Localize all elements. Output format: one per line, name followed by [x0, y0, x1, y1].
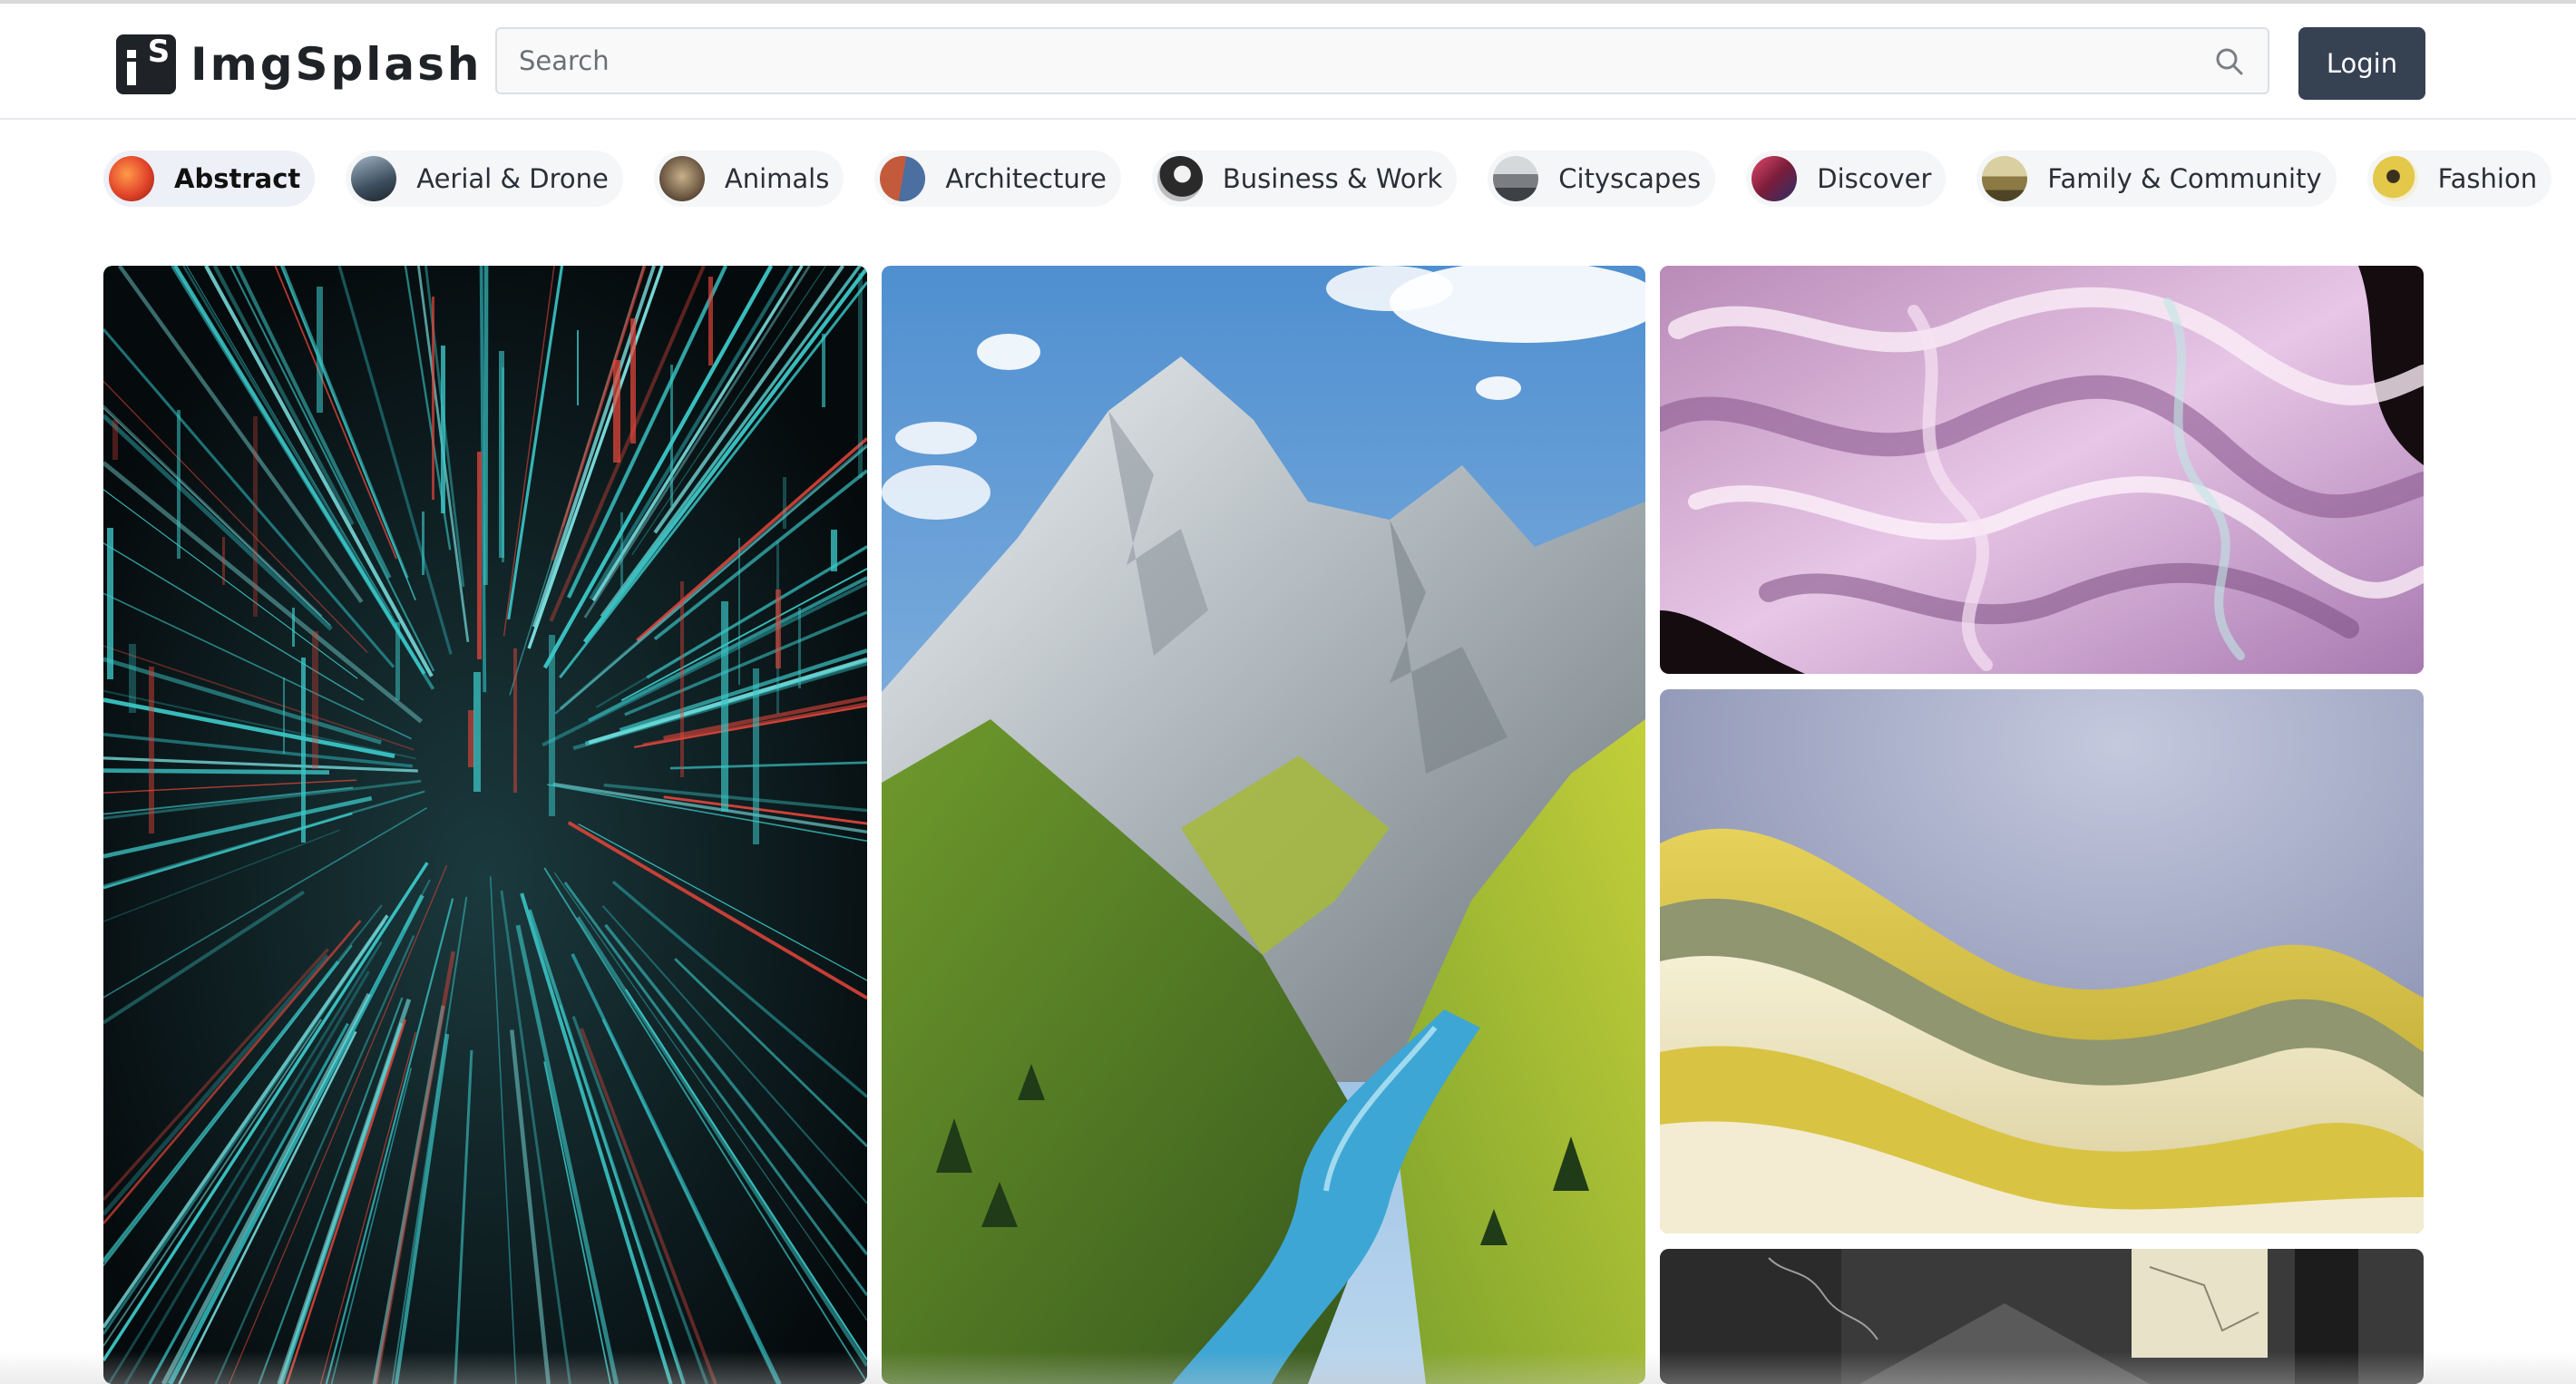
- digital-tunnel-image: [103, 266, 867, 1384]
- category-chip-architecture[interactable]: Architecture: [874, 151, 1121, 207]
- gallery-image-pink-fabric[interactable]: [1660, 266, 2424, 674]
- top-navbar: S ImgSplash Login: [0, 4, 2576, 120]
- category-chip-aerial-drone[interactable]: Aerial & Drone: [346, 151, 623, 207]
- category-avatar: [1156, 156, 1203, 201]
- category-label: Aerial & Drone: [416, 163, 609, 194]
- category-label: Business & Work: [1222, 163, 1443, 194]
- category-chip-abstract[interactable]: Abstract: [103, 151, 316, 207]
- gallery-image-dark-artwork[interactable]: [1660, 1249, 2424, 1384]
- search-input[interactable]: [497, 29, 2206, 93]
- category-label: Discover: [1817, 163, 1932, 194]
- category-bar: Abstract Aerial & Drone Animals Architec…: [103, 151, 2552, 207]
- category-avatar: [659, 156, 705, 201]
- search-bar: [495, 27, 2269, 94]
- dark-artwork-image: [1660, 1249, 2424, 1384]
- category-avatar: [109, 156, 154, 201]
- mountain-valley-image: [882, 266, 1645, 1384]
- gallery-image-digital-tunnel[interactable]: [103, 266, 867, 1384]
- gallery-image-yellow-waves[interactable]: [1660, 689, 2424, 1233]
- category-label: Abstract: [174, 163, 301, 194]
- category-avatar: [351, 156, 397, 201]
- category-chip-cityscapes[interactable]: Cityscapes: [1488, 151, 1716, 207]
- category-avatar: [1493, 156, 1539, 201]
- category-chip-business-work[interactable]: Business & Work: [1151, 151, 1458, 207]
- gallery-image-mountain-valley[interactable]: [882, 266, 1645, 1384]
- category-avatar: [2372, 156, 2418, 201]
- logo-icon: S: [116, 34, 176, 94]
- category-label: Architecture: [945, 163, 1107, 194]
- pink-fabric-image: [1660, 266, 2424, 674]
- category-avatar: [1982, 156, 2028, 201]
- yellow-waves-image: [1660, 689, 2424, 1233]
- category-avatar: [1751, 156, 1798, 201]
- site-logo[interactable]: S ImgSplash: [116, 33, 483, 96]
- category-label: Family & Community: [2047, 163, 2322, 194]
- site-name: ImgSplash: [190, 38, 483, 91]
- login-button[interactable]: Login: [2298, 27, 2425, 100]
- category-avatar: [880, 156, 926, 201]
- category-chip-family-community[interactable]: Family & Community: [1976, 151, 2337, 207]
- category-chip-animals[interactable]: Animals: [653, 151, 844, 207]
- category-label: Fashion: [2437, 163, 2538, 194]
- category-label: Animals: [724, 163, 830, 194]
- category-label: Cityscapes: [1558, 163, 1702, 194]
- search-icon[interactable]: [2215, 47, 2244, 76]
- category-chip-discover[interactable]: Discover: [1746, 151, 1947, 207]
- category-chip-fashion[interactable]: Fashion: [2366, 151, 2552, 207]
